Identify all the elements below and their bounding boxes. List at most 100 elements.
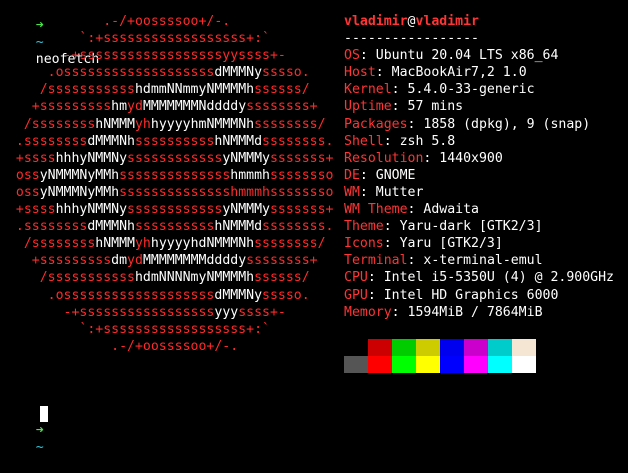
- palette-swatch: [344, 356, 368, 373]
- logo-segment: ssssssss/: [254, 236, 350, 252]
- info-colon: :: [407, 116, 424, 132]
- logo-segment: /sssssssssss: [0, 270, 135, 286]
- info-row: Kernel: 5.4.0-33-generic: [344, 81, 624, 98]
- logo-line: +sssshhhyNMMNyssssssssssssyNMMMysssssss+: [0, 150, 335, 167]
- logo-segment: yd: [127, 253, 143, 269]
- info-colon: :: [359, 184, 376, 200]
- logo-segment: hNMMM: [95, 236, 135, 252]
- logo-line: .ssssssssdMMMNhsssssssssshNMMMdssssssss.: [0, 133, 335, 150]
- logo-segment: sssso.: [262, 287, 358, 303]
- text-cursor: [40, 406, 48, 422]
- logo-segment: ssssssssss: [134, 133, 215, 149]
- palette-swatch: [512, 339, 536, 356]
- logo-segment: -+sssssssssssssssss: [0, 304, 215, 320]
- ubuntu-ascii-logo: .-/+oossssoo+/-. `:+ssssssssssssssssss+:…: [0, 13, 335, 355]
- logo-segment: hhhyNMMNy: [55, 202, 128, 218]
- prompt-directory: ~: [35, 440, 44, 456]
- logo-segment: ssssssssss: [134, 219, 215, 235]
- logo-line: .osssssssssssssssssssdMMMNysssso.: [0, 287, 335, 304]
- logo-segment: oss: [0, 167, 40, 183]
- info-colon: :: [391, 99, 408, 115]
- info-key: OS: [344, 48, 360, 64]
- info-key: Uptime: [344, 99, 392, 115]
- logo-segment: hhhyNMMNy: [55, 150, 128, 166]
- palette-swatch: [440, 356, 464, 373]
- color-palette: [344, 339, 537, 373]
- logo-line: .-/+oossssoo+/-.: [0, 13, 335, 30]
- hostname: vladimir: [415, 14, 480, 29]
- logo-segment: sssssssssssssshmmmh: [119, 184, 270, 200]
- info-row: Host: MacBookAir7,2 1.0: [344, 64, 624, 81]
- info-row: WM Theme: Adwaita: [344, 201, 624, 218]
- active-prompt-line[interactable]: ➜ ~: [4, 405, 44, 473]
- info-colon: :: [383, 133, 400, 149]
- info-colon: :: [391, 82, 408, 98]
- info-value: MacBookAir7,2 1.0: [391, 65, 527, 81]
- info-colon: :: [407, 202, 424, 218]
- logo-line: .ssssssssdMMMNhsssssssssshNMMMdssssssss.: [0, 218, 335, 235]
- info-colon: :: [391, 304, 408, 320]
- palette-swatch: [488, 339, 512, 356]
- logo-segment: -+ssssssssssssssssssyyssss+-: [0, 48, 350, 64]
- logo-segment: ssssssss+: [246, 253, 350, 269]
- info-key: Icons: [344, 236, 384, 252]
- prompt-arrow-icon: ➜: [35, 423, 44, 439]
- palette-swatch: [344, 339, 368, 356]
- logo-segment: ssss+-: [238, 304, 350, 320]
- logo-segment: +ssss: [0, 202, 56, 218]
- logo-segment: /sssssssssss: [0, 82, 135, 98]
- info-row: GPU: Intel HD Graphics 6000: [344, 287, 624, 304]
- logo-segment: ssssssss/: [254, 116, 350, 132]
- palette-swatch: [464, 339, 488, 356]
- info-value: zsh 5.8: [399, 133, 456, 149]
- info-row: OS: Ubuntu 20.04 LTS x86_64: [344, 47, 624, 64]
- logo-segment: ssssssssssss: [127, 202, 223, 218]
- logo-segment: MMMMMMMMddddy: [142, 253, 247, 269]
- info-value: 1594MiB / 7864MiB: [407, 304, 543, 320]
- logo-segment: hm: [111, 99, 128, 115]
- info-colon: :: [367, 270, 384, 286]
- logo-line: /sssssssshNMMMyhhyyyyhmNMMMNhssssssss/: [0, 116, 335, 133]
- logo-line: `:+ssssssssssssssssss+:`: [0, 30, 335, 47]
- logo-line: /sssssssshNMMMyhhyyyyhdNMMMNhssssssss/: [0, 235, 335, 252]
- logo-segment: oss: [0, 184, 40, 200]
- logo-segment: dMMMNy: [214, 65, 263, 81]
- logo-segment: +ssss: [0, 150, 56, 166]
- logo-segment: dm: [111, 253, 128, 269]
- terminal-window[interactable]: ➜ ~ neofetch .-/+oossssoo+/-. `:+sssssss…: [0, 0, 628, 455]
- info-value: Intel HD Graphics 6000: [383, 287, 559, 303]
- info-items: OS: Ubuntu 20.04 LTS x86_64 Host: MacBook…: [344, 47, 624, 321]
- logo-line: -+sssssssssssssssssyyyssss+-: [0, 304, 335, 321]
- info-value: Intel i5-5350U (4) @ 2.900GHz: [383, 270, 614, 286]
- info-key: Memory: [344, 304, 392, 320]
- logo-segment: ssssssso: [269, 184, 350, 200]
- user-host-line: vladimir@vladimir: [344, 13, 624, 30]
- info-row: Theme: Yaru-dark [GTK2/3]: [344, 218, 624, 235]
- logo-segment: dMMMNy: [214, 287, 263, 303]
- info-value: 5.4.0-33-generic: [407, 82, 535, 98]
- logo-segment: yyy: [214, 304, 239, 320]
- logo-segment: ssssssssssss: [127, 150, 223, 166]
- info-value: GNOME: [375, 167, 416, 183]
- logo-segment: hNMMM: [95, 116, 135, 132]
- logo-line: -+ssssssssssssssssssyyssss+-: [0, 47, 335, 64]
- logo-segment: yh: [134, 116, 151, 132]
- logo-segment: .ssssssss: [0, 133, 88, 149]
- info-value: Ubuntu 20.04 LTS x86_64: [375, 48, 559, 64]
- palette-swatch: [464, 356, 488, 373]
- logo-segment: .ssssssss: [0, 219, 88, 235]
- info-key: Host: [344, 65, 376, 81]
- logo-segment: dMMMNh: [87, 133, 135, 149]
- info-colon: :: [359, 167, 376, 183]
- logo-segment: hyyyyhmNMMMNh: [150, 116, 255, 132]
- palette-swatch: [488, 356, 512, 373]
- logo-segment: ssssssss.: [262, 219, 350, 235]
- info-key: WM: [344, 184, 360, 200]
- info-value: Yaru-dark [GTK2/3]: [399, 219, 543, 235]
- info-row: WM: Mutter: [344, 184, 624, 201]
- logo-segment: dMMMNh: [87, 219, 135, 235]
- logo-segment: hdmmNNmmyNMMMMh: [134, 82, 255, 98]
- info-colon: :: [407, 253, 424, 269]
- info-colon: :: [367, 287, 384, 303]
- info-value: 1858 (dpkg), 9 (snap): [423, 116, 591, 132]
